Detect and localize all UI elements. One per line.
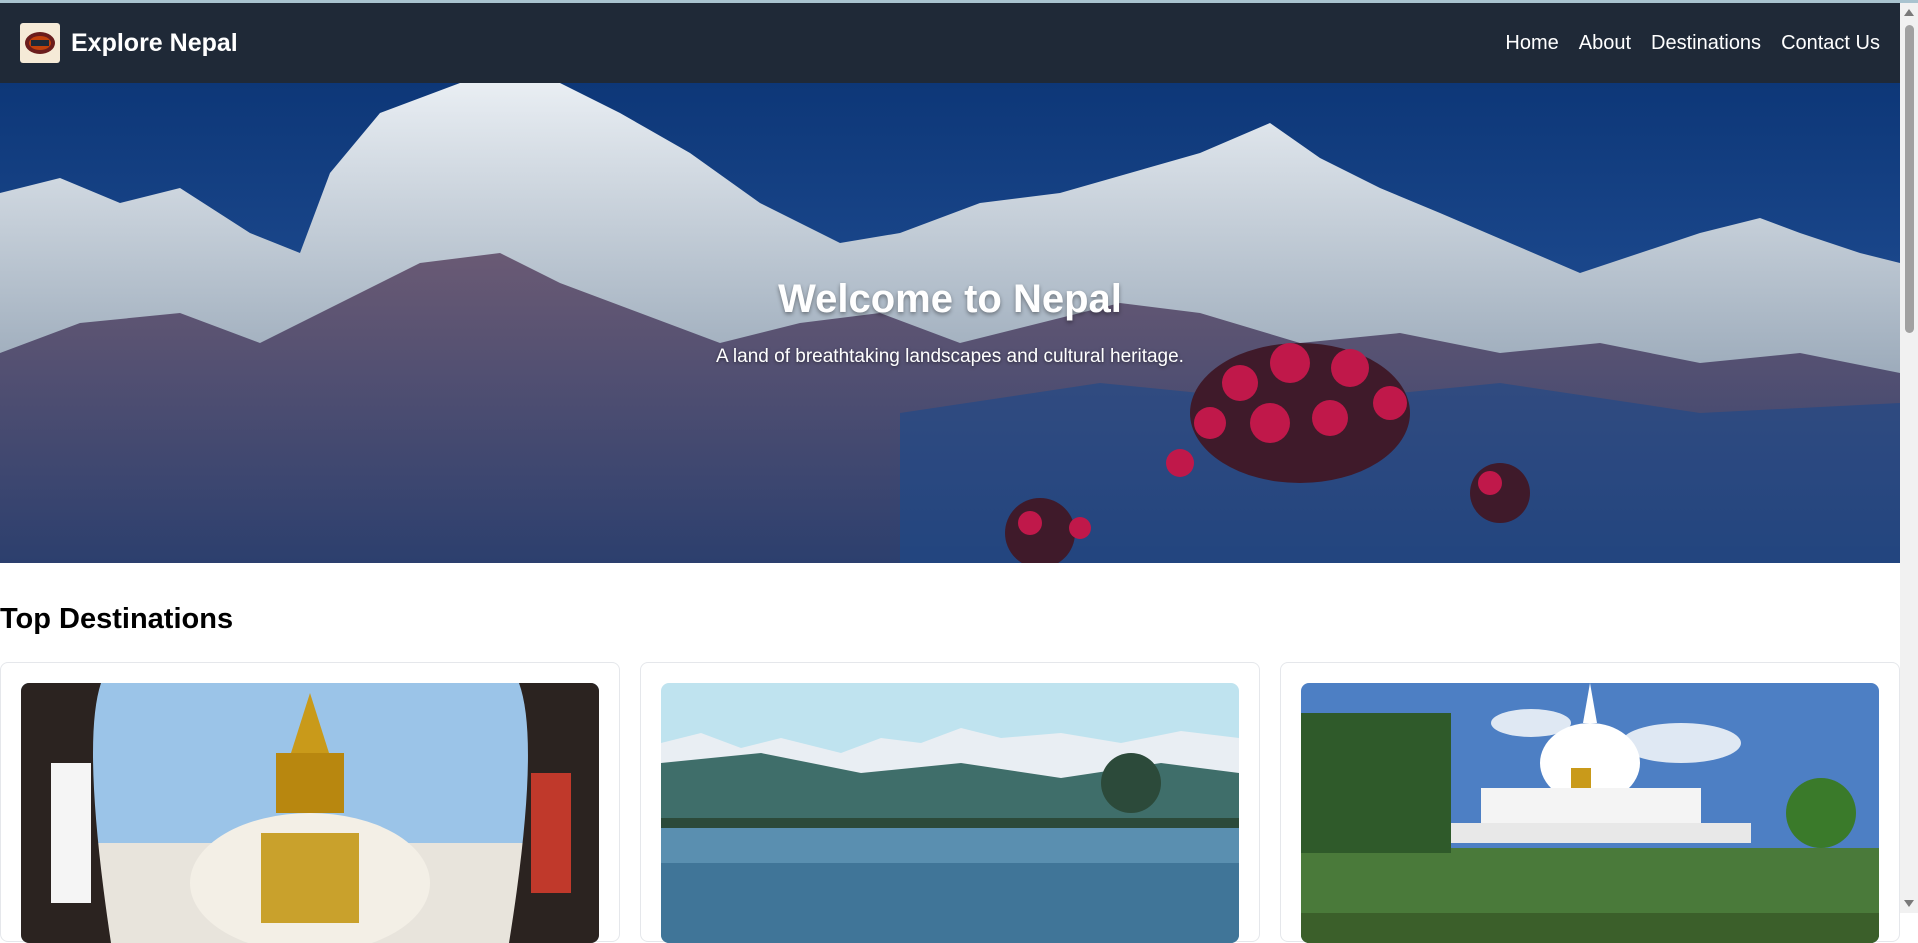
section-title: Top Destinations [0, 603, 234, 635]
phewa-lake-pokhara-image [661, 683, 1239, 943]
nav-contact-link[interactable]: Contact Us [1781, 32, 1880, 55]
main-nav: Home About Destinations Contact Us [1505, 32, 1880, 55]
nav-about-link[interactable]: About [1579, 32, 1631, 55]
nav-destinations-link[interactable]: Destinations [1651, 32, 1761, 55]
world-peace-pagoda-image [1301, 683, 1879, 943]
destination-card-swayambhunath[interactable] [0, 662, 620, 943]
site-title: Explore Nepal [71, 28, 238, 57]
brand[interactable]: Explore Nepal [20, 23, 238, 63]
destination-cards [0, 662, 1900, 943]
scroll-thumb[interactable] [1905, 25, 1914, 333]
hero-overlay: Welcome to Nepal A land of breathtaking … [0, 83, 1900, 563]
navbar: Explore Nepal Home About Destinations Co… [0, 3, 1900, 83]
scroll-down-arrow-icon[interactable] [1904, 900, 1914, 907]
swayambhunath-stupa-image [21, 683, 599, 943]
destination-card-pokhara[interactable] [640, 662, 1260, 943]
page-scrollbar[interactable] [1900, 3, 1918, 913]
hero-banner: Welcome to Nepal A land of breathtaking … [0, 83, 1900, 563]
nepal-logo-icon [20, 23, 60, 63]
destination-card-peace-pagoda[interactable] [1280, 662, 1900, 943]
scroll-up-arrow-icon[interactable] [1904, 9, 1914, 16]
hero-title: Welcome to Nepal [778, 277, 1122, 321]
nav-home-link[interactable]: Home [1505, 32, 1558, 55]
hero-subtitle: A land of breathtaking landscapes and cu… [716, 346, 1184, 367]
